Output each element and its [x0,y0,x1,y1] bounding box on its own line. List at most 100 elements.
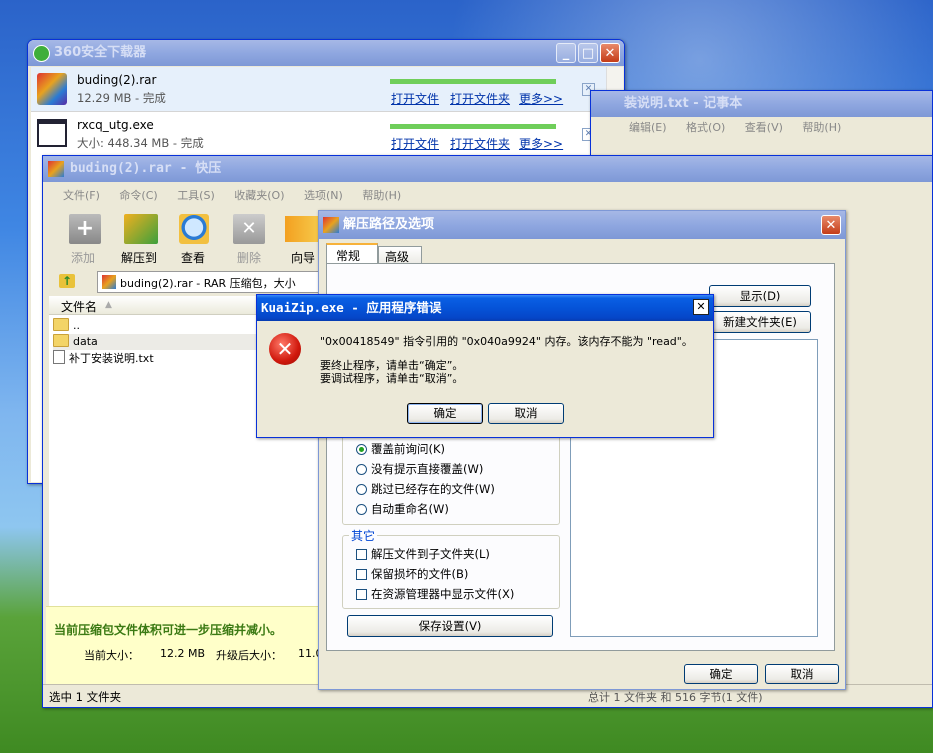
show-button[interactable]: 显示(D) [709,285,811,307]
ok-button[interactable]: 确定 [407,403,483,424]
delete-icon: ✕ [233,214,265,244]
menu-tools[interactable]: 工具(S) [177,189,215,202]
toolbar-label: 添加 [71,251,96,265]
file-name: 补丁安装说明.txt [69,352,154,365]
radio-overwrite-silently[interactable]: 没有提示直接覆盖(W) [356,461,483,477]
kuaiya-titlebar[interactable]: buding(2).rar - 快压 [43,156,932,182]
open-folder-link[interactable]: 打开文件夹 [450,135,510,152]
extract-icon [124,214,158,244]
close-button[interactable]: ✕ [600,43,620,63]
ok-button[interactable]: 确定 [684,664,758,684]
more-link[interactable]: 更多>> [519,90,563,107]
check-keep-broken[interactable]: 保留损坏的文件(B) [356,566,468,582]
folder-icon [53,318,69,331]
button-label: 取消 [514,406,538,420]
radio-icon [356,464,367,475]
button-label: 新建文件夹(E) [723,315,797,329]
cancel-button[interactable]: 取消 [488,403,564,424]
notepad-menu: 编辑(E) 格式(O) 查看(V) 帮助(H) [621,118,929,138]
kuaiya-logo-icon [48,161,64,177]
menu-format[interactable]: 格式(O) [686,121,725,134]
notepad-window: 装说明.txt - 记事本 编辑(E) 格式(O) 查看(V) 帮助(H) [590,90,933,160]
check-show-in-explorer[interactable]: 在资源管理器中显示文件(X) [356,586,514,602]
minimize-button[interactable]: _ [556,43,576,63]
option-label: 覆盖前询问(K) [371,442,446,456]
cancel-button[interactable]: 取消 [765,664,839,684]
menu-command[interactable]: 命令(C) [119,189,157,202]
error-icon: ✕ [269,333,301,365]
checkbox-icon [356,549,367,560]
current-size: 12.2 MB [160,647,206,660]
toolbar-view[interactable]: 查看 [175,214,215,265]
error-message-line3: 要调试程序，请单击“取消”。 [320,372,464,385]
close-button[interactable]: ✕ [693,299,709,315]
column-name-label: 文件名 [61,300,98,314]
downloader-titlebar[interactable]: 360安全下载器 _ □ ✕ [28,40,624,66]
toolbar-label: 向导 [291,251,316,264]
status-total: 总计 1 文件夹 和 516 字节(1 文件) [588,691,763,704]
list-item[interactable]: .. [53,318,80,334]
open-file-link[interactable]: 打开文件 [391,135,439,152]
button-label: 取消 [790,667,814,681]
promo-text: 当前压缩包文件体积可进一步压缩并减小。 [54,623,283,637]
menu-view[interactable]: 查看(V) [745,121,783,134]
extract-titlebar[interactable]: 解压路径及选项 ✕ [319,211,845,239]
list-item[interactable]: 补丁安装说明.txt [53,350,154,366]
button-label: 保存设置(V) [418,619,482,633]
sort-up-icon: ▲ [105,300,112,310]
close-button[interactable]: ✕ [821,215,841,235]
menu-file[interactable]: 文件(F) [63,189,100,202]
toolbar-add[interactable]: + 添加 [65,214,105,265]
toolbar-label: 解压到 [121,251,158,265]
folder-icon [53,334,69,347]
radio-icon [356,484,367,495]
error-titlebar[interactable]: KuaiZip.exe - 应用程序错误 ✕ [257,295,713,321]
menu-edit[interactable]: 编辑(E) [629,121,667,134]
downloader-title: 360安全下载器 [54,45,147,60]
current-size-label: 当前大小： [84,649,139,662]
menu-favorites[interactable]: 收藏夹(O) [234,189,284,202]
button-label: 显示(D) [739,289,781,303]
save-settings-button[interactable]: 保存设置(V) [347,615,553,637]
path-bar[interactable]: buding(2).rar - RAR 压缩包，大小 [97,271,319,293]
more-link[interactable]: 更多>> [519,135,563,152]
option-label: 跳过已经存在的文件(W) [371,482,495,496]
file-info: 12.29 MB - 完成 [77,91,166,105]
menu-options[interactable]: 选项(N) [304,189,343,202]
wizard-icon [285,216,319,242]
open-file-link[interactable]: 打开文件 [391,90,439,107]
downloader-logo-icon [33,45,50,62]
kuaiya-menu: 文件(F) 命令(C) 工具(S) 收藏夹(O) 选项(N) 帮助(H) [55,186,929,206]
option-label: 解压文件到子文件夹(L) [371,547,490,561]
progress-bar [390,124,556,129]
toolbar-wizard[interactable]: 向导 [285,214,319,264]
toolbar-delete[interactable]: ✕ 删除 [229,214,269,265]
menu-help[interactable]: 帮助(H) [362,189,401,202]
toolbar-label: 删除 [237,251,262,265]
maximize-button[interactable]: □ [578,43,598,63]
button-label: 确定 [709,667,733,681]
radio-skip-existing[interactable]: 跳过已经存在的文件(W) [356,481,495,497]
notepad-title: 装说明.txt - 记事本 [624,96,743,111]
file-name: data [73,335,98,348]
tab-general[interactable]: 常规 [326,243,378,263]
new-folder-button[interactable]: 新建文件夹(E) [709,311,811,333]
kuaiya-title: buding(2).rar - 快压 [70,161,222,176]
download-item[interactable]: rxcq_utg.exe 大小: 448.34 MB - 完成 打开文件 打开文… [31,112,606,156]
option-label: 保留损坏的文件(B) [371,567,469,581]
error-dialog: KuaiZip.exe - 应用程序错误 ✕ ✕ "0x00418549" 指令… [256,294,714,438]
checkbox-icon [356,569,367,580]
download-item[interactable]: buding(2).rar 12.29 MB - 完成 打开文件 打开文件夹 更… [31,67,606,112]
add-icon: + [69,214,101,244]
menu-help[interactable]: 帮助(H) [802,121,841,134]
open-folder-link[interactable]: 打开文件夹 [450,90,510,107]
option-label: 没有提示直接覆盖(W) [371,462,484,476]
check-extract-to-subfolder[interactable]: 解压文件到子文件夹(L) [356,546,490,562]
radio-auto-rename[interactable]: 自动重命名(W) [356,501,449,517]
up-folder-button[interactable]: ↑ [57,273,77,291]
toolbar-extract[interactable]: 解压到 [119,214,163,265]
tab-advanced[interactable]: 高级 [378,246,422,264]
notepad-titlebar[interactable]: 装说明.txt - 记事本 [591,91,932,117]
up-arrow-icon: ↑ [59,274,75,288]
radio-ask-before-overwrite[interactable]: 覆盖前询问(K) [356,441,445,457]
